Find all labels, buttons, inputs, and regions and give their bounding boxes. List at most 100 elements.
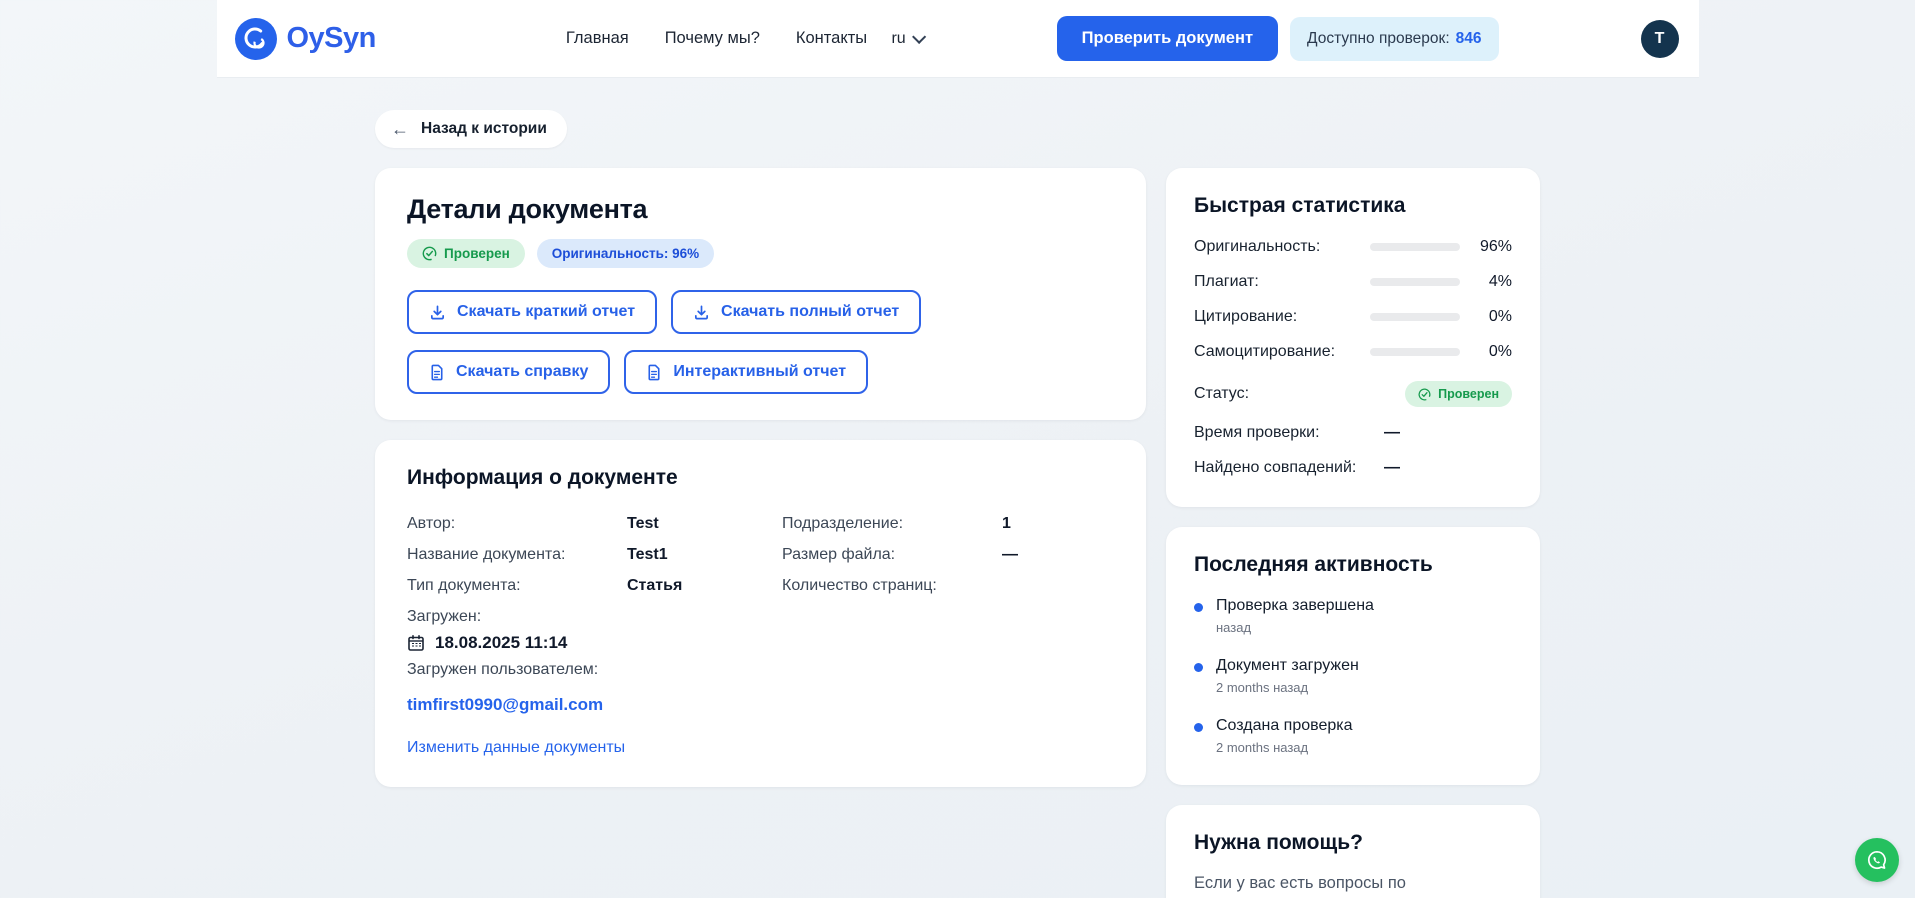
stat-label: Плагиат: — [1194, 273, 1259, 290]
info-field: Размер файла: — — [782, 543, 1018, 567]
stat-status-value: Проверен — [1438, 387, 1499, 401]
activity-title: Документ загружен — [1216, 657, 1359, 674]
activity-item: Создана проверка 2 months назад — [1194, 717, 1512, 755]
activity-time: 2 months назад — [1216, 740, 1309, 755]
page-title: Детали документа — [407, 194, 648, 224]
info-field-value: Test — [627, 515, 659, 532]
progress-bar-track — [1370, 313, 1460, 321]
stat-status-badge: Проверен — [1405, 381, 1512, 407]
info-fields-right: Подразделение: 1 Размер файла: — Количес… — [782, 512, 1018, 629]
report-button-label: Скачать полный отчет — [721, 303, 900, 320]
stat-status-row: Статус: Проверен — [1194, 381, 1512, 407]
logo[interactable]: OySyn — [234, 17, 377, 60]
chevron-down-icon — [911, 29, 926, 44]
avatar[interactable]: T — [1640, 19, 1679, 58]
bullet-dot-icon — [1194, 723, 1203, 732]
status-badge: Проверен — [407, 239, 525, 268]
stat-status-label: Статус: — [1194, 385, 1250, 402]
stat-label: Время проверки: — [1194, 424, 1320, 441]
logo-text: OySyn — [286, 22, 377, 54]
stat-label: Найдено совпадений: — [1194, 459, 1357, 476]
stat-value: — — [1384, 424, 1400, 441]
stats-extra-rows: Время проверки: — Найдено совпадений: — — [1194, 424, 1512, 477]
nav-item[interactable]: Почему мы? — [665, 29, 760, 48]
whatsapp-button[interactable] — [1855, 838, 1899, 882]
upload-date: 18.08.2025 11:14 — [435, 633, 568, 652]
activity-list: Проверка завершена назад Документ загруж… — [1194, 597, 1512, 755]
help-card: Нужна помощь? Если у вас есть вопросы по… — [1166, 805, 1540, 898]
progress-bar-track — [1370, 278, 1460, 286]
info-field-value: Test1 — [627, 546, 668, 563]
document-icon — [648, 364, 660, 380]
recent-activity-card: Последняя активность Проверка завершена … — [1166, 527, 1540, 785]
report-button[interactable]: Скачать краткий отчет — [407, 290, 658, 334]
stat-percent: 0% — [1488, 343, 1512, 360]
page-content: ← Назад к истории Детали документа Прове… — [375, 78, 1540, 898]
stat-row: Плагиат: 4% — [1194, 273, 1512, 291]
whatsapp-icon — [1868, 850, 1886, 870]
status-badge-label: Проверен — [444, 246, 510, 261]
report-button-label: Скачать краткий отчет — [457, 303, 636, 320]
progress-bar-track — [1370, 243, 1460, 251]
stat-row: Самоцитирование: 0% — [1194, 343, 1512, 361]
nav-item[interactable]: Контакты — [796, 29, 867, 48]
bullet-dot-icon — [1194, 603, 1203, 612]
activity-item: Проверка завершена назад — [1194, 597, 1512, 635]
report-button-label: Скачать справку — [456, 363, 589, 380]
help-card-title: Нужна помощь? — [1194, 831, 1363, 854]
download-icon — [430, 305, 445, 319]
report-button[interactable]: Скачать справку — [407, 350, 611, 394]
report-button[interactable]: Скачать полный отчет — [671, 290, 922, 334]
stat-value: — — [1384, 459, 1400, 476]
info-field-value: Статья — [627, 577, 683, 594]
stat-percent: 96% — [1479, 238, 1512, 255]
info-field: Подразделение: 1 — [782, 512, 1018, 536]
stat-row: Время проверки: — — [1194, 424, 1512, 442]
info-field: Название документа: Test1 — [407, 543, 782, 567]
stat-row: Цитирование: 0% — [1194, 308, 1512, 326]
info-field: Загружен: — [407, 605, 782, 629]
credits-value: 846 — [1455, 29, 1482, 47]
stat-label: Самоцитирование: — [1194, 343, 1336, 360]
activity-card-title: Последняя активность — [1194, 553, 1433, 576]
quick-stats-card: Быстрая статистика Оригинальность: 96% П… — [1166, 168, 1540, 507]
credits-badge: Доступно проверок: 846 — [1290, 16, 1499, 61]
credits-label: Доступно проверок: — [1307, 29, 1450, 47]
back-to-history-button[interactable]: ← Назад к истории — [375, 110, 567, 148]
progress-bar-track — [1370, 348, 1460, 356]
stat-row: Найдено совпадений: — — [1194, 459, 1512, 477]
nav-item[interactable]: Главная — [566, 29, 629, 48]
document-details-card: Детали документа Проверен Оригинальность… — [375, 168, 1146, 420]
info-field-label: Название документа: — [407, 546, 566, 563]
info-field-label: Подразделение: — [782, 515, 904, 532]
uploader-email-link[interactable]: timfirst0990@gmail.com — [407, 695, 603, 715]
edit-document-link[interactable]: Изменить данные документы — [407, 739, 625, 757]
report-button-label: Интерактивный отчет — [673, 363, 847, 380]
activity-title: Создана проверка — [1216, 717, 1353, 734]
report-button[interactable]: Интерактивный отчет — [624, 350, 869, 394]
logo-icon — [234, 17, 277, 60]
check-document-button[interactable]: Проверить документ — [1056, 16, 1279, 61]
activity-item: Документ загружен 2 months назад — [1194, 657, 1512, 695]
stat-percent: 4% — [1488, 273, 1512, 290]
language-selector[interactable]: ru — [891, 29, 926, 48]
stat-label: Цитирование: — [1194, 308, 1298, 325]
activity-time: 2 months назад — [1216, 680, 1309, 695]
originality-badge: Оригинальность: 96% — [536, 239, 715, 268]
check-circle-icon — [1418, 388, 1431, 400]
back-button-label: Назад к истории — [421, 120, 547, 137]
info-card-title: Информация о документе — [407, 466, 678, 489]
main-nav: Главная Почему мы? Контакты — [566, 29, 867, 48]
stat-percent: 0% — [1488, 308, 1512, 325]
info-field: Количество страниц: — [782, 574, 1018, 598]
arrow-left-icon: ← — [391, 119, 409, 139]
document-info-card: Информация о документе Автор: Test Назва… — [375, 440, 1146, 787]
info-field-label: Загружен: — [407, 608, 482, 625]
info-field-value: — — [1002, 546, 1018, 563]
check-circle-icon — [422, 246, 437, 261]
info-field-label: Автор: — [407, 515, 456, 532]
activity-title: Проверка завершена — [1216, 597, 1374, 614]
report-buttons: Скачать краткий отчет Скачать полный отч… — [407, 290, 1114, 394]
help-card-text: Если у вас есть вопросы по результатам п… — [1194, 874, 1406, 892]
uploaded-by-label: Загружен пользователем: — [407, 661, 599, 678]
